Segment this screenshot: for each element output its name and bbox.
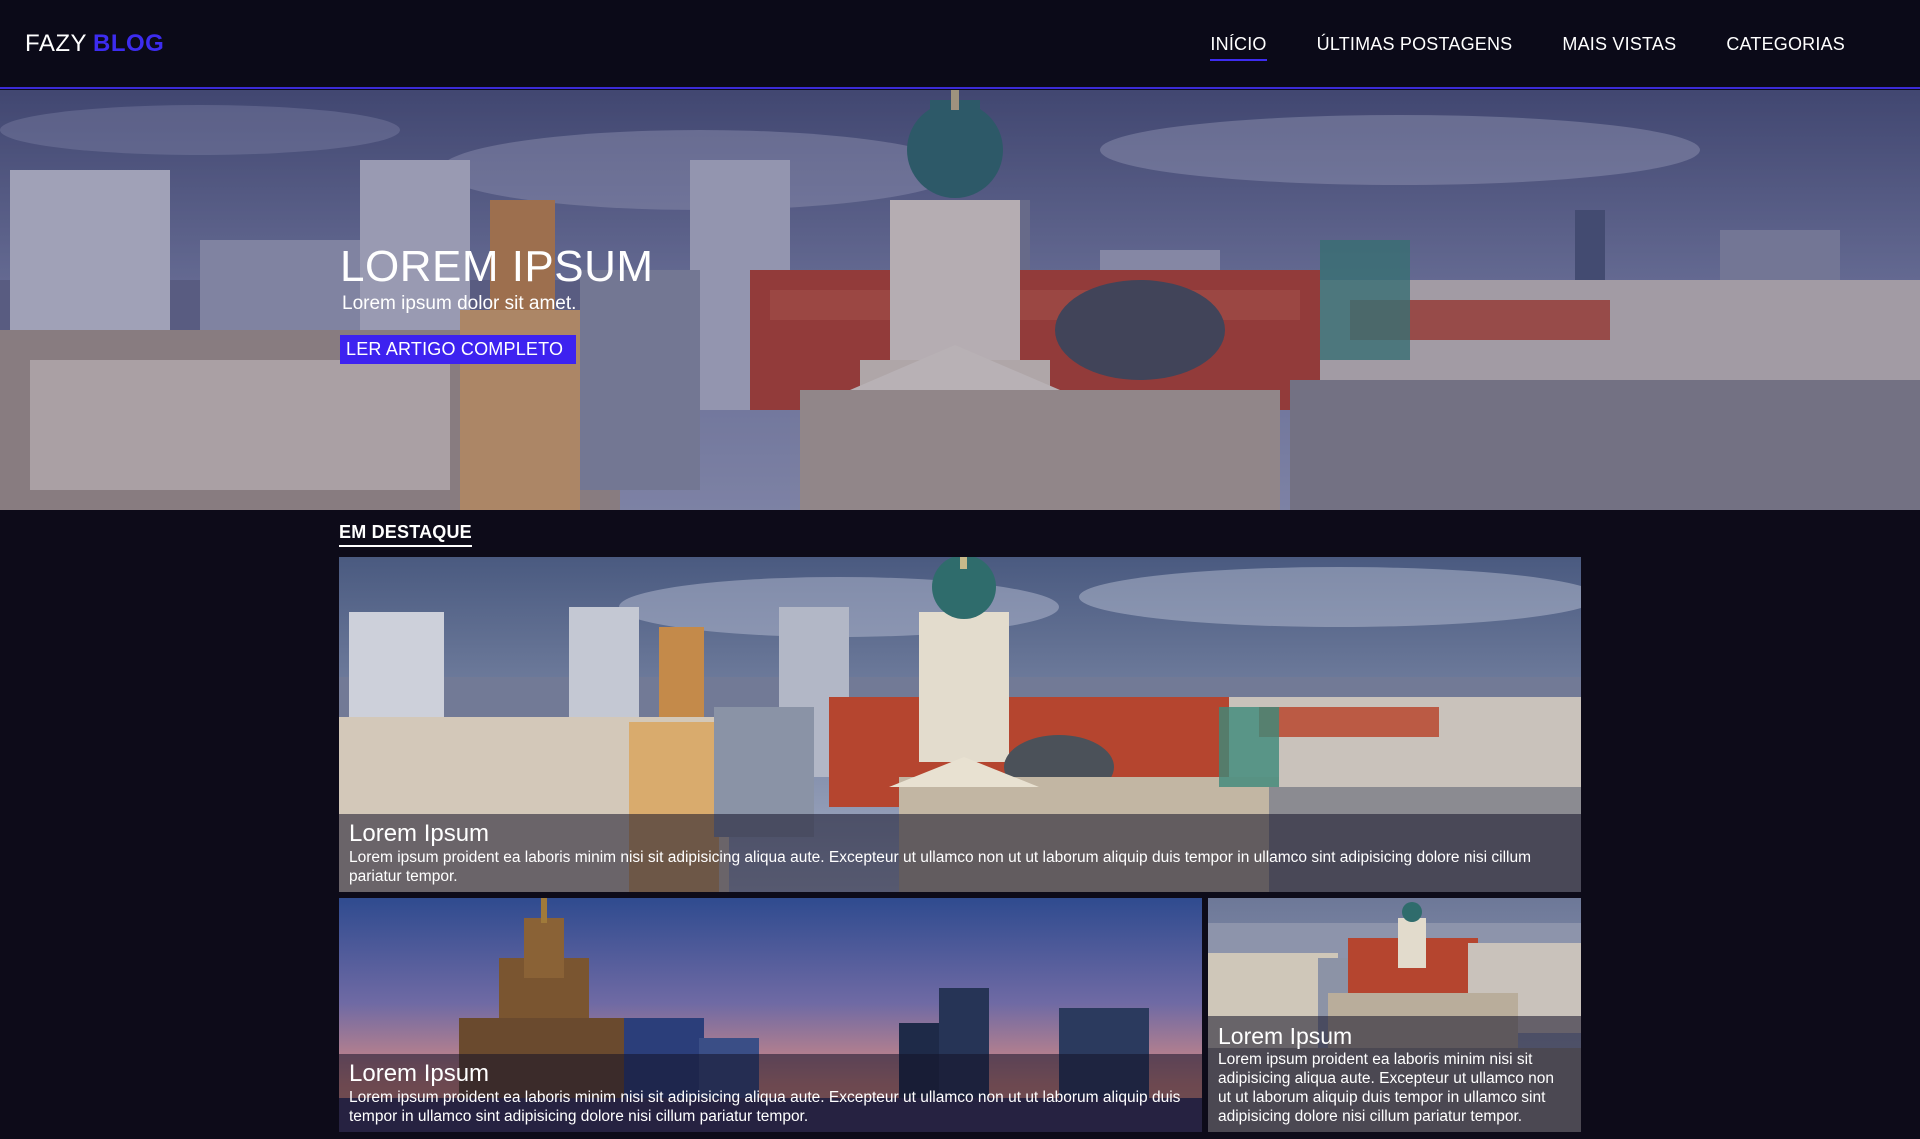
navbar: FAZY BLOG INÍCIO ÚLTIMAS POSTAGENS MAIS V… [0,0,1920,89]
card-excerpt: Lorem ipsum proident ea laboris minim ni… [1218,1051,1555,1125]
card-caption: Lorem Ipsum Lorem ipsum proident ea labo… [1208,1016,1581,1132]
brand-name-part1: FAZY [25,30,88,57]
card-caption: Lorem Ipsum Lorem ipsum proident ea labo… [339,1054,1202,1132]
featured-card[interactable]: Lorem Ipsum Lorem ipsum proident ea labo… [339,557,1581,892]
nav-item-mais-vistas[interactable]: MAIS VISTAS [1562,34,1676,61]
hero-overlay [0,90,1920,510]
hero-subtitle: Lorem ipsum dolor sit amet. [342,293,577,314]
read-full-article-button[interactable]: LER ARTIGO COMPLETO [340,335,577,364]
nav-item-ultimas-postagens[interactable]: ÚLTIMAS POSTAGENS [1317,34,1513,61]
brand-logo[interactable]: FAZY BLOG [25,30,164,58]
card-title: Lorem Ipsum [1218,1023,1353,1049]
card-caption: Lorem Ipsum Lorem ipsum proident ea labo… [339,814,1581,892]
card-title: Lorem Ipsum [349,1060,490,1087]
nav-item-inicio[interactable]: INÍCIO [1210,34,1267,61]
hero-banner: LOREM IPSUM Lorem ipsum dolor sit amet. … [0,90,1920,510]
card-excerpt: Lorem ipsum proident ea laboris minim ni… [349,1089,1181,1125]
nav-item-categorias[interactable]: CATEGORIAS [1726,34,1845,61]
card-excerpt: Lorem ipsum proident ea laboris minim ni… [349,849,1532,885]
hero-title: LOREM IPSUM [340,242,654,291]
featured-card[interactable]: Lorem Ipsum Lorem ipsum proident ea labo… [1208,898,1581,1132]
featured-card[interactable]: Lorem Ipsum Lorem ipsum proident ea labo… [339,898,1202,1132]
featured-heading: EM DESTAQUE [339,522,472,547]
card-title: Lorem Ipsum [349,820,490,847]
brand-name-part2: BLOG [93,30,165,57]
main-nav: INÍCIO ÚLTIMAS POSTAGENS MAIS VISTAS CAT… [1210,34,1845,61]
